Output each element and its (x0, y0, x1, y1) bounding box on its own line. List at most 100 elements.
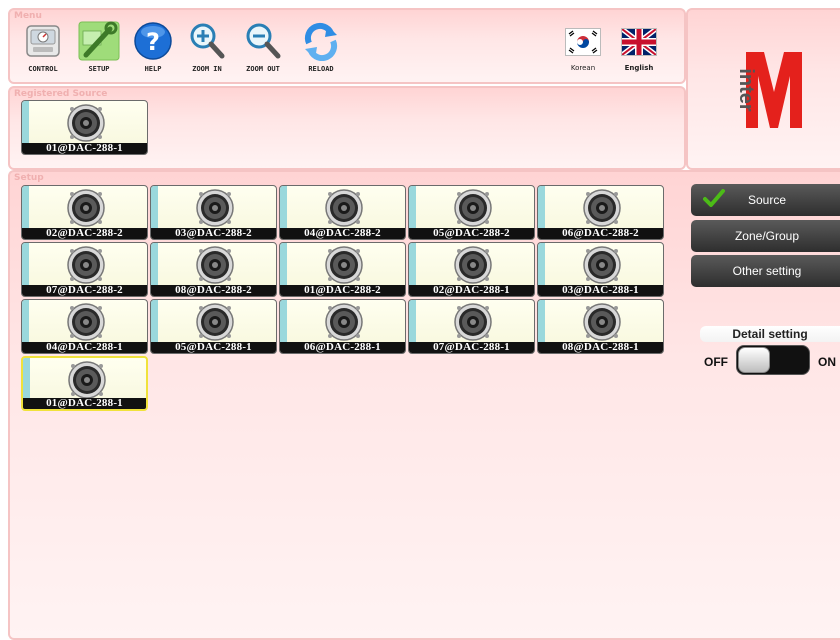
tile-label: 07@DAC-288-2 (22, 285, 147, 296)
reload-label: RELOAD (308, 65, 334, 73)
speaker-icon (324, 302, 364, 342)
registered-source-title: Registered Source (14, 89, 108, 99)
logo-text: inter (735, 68, 757, 112)
uk-flag-icon (620, 27, 658, 57)
tile-label: 03@DAC-288-2 (151, 228, 276, 239)
control-button[interactable]: CONTROL (16, 20, 70, 82)
korean-language-button[interactable]: Korean (558, 28, 608, 82)
zoom-in-icon (186, 20, 228, 62)
tile-strip (151, 243, 158, 287)
tile-label: 02@DAC-288-1 (409, 285, 534, 296)
reload-button[interactable]: RELOAD (294, 20, 348, 82)
checkmark-icon (703, 189, 725, 210)
detail-setting-title: Detail setting (700, 326, 840, 342)
tile-strip (22, 243, 29, 287)
speaker-icon (324, 245, 364, 285)
tile-label: 03@DAC-288-1 (538, 285, 663, 296)
zoom-out-label: ZOOM OUT (246, 65, 280, 73)
source-tile[interactable]: 01@DAC-288-1 (21, 356, 148, 411)
zoom-out-button[interactable]: ZOOM OUT (236, 20, 290, 82)
control-panel-icon (22, 20, 64, 62)
on-label: ON (818, 355, 836, 369)
source-tile[interactable]: 03@DAC-288-1 (537, 242, 664, 297)
source-tile[interactable]: 05@DAC-288-2 (408, 185, 535, 240)
speaker-icon (195, 302, 235, 342)
speaker-icon (453, 188, 493, 228)
source-tile[interactable]: 08@DAC-288-1 (537, 299, 664, 354)
tile-label: 08@DAC-288-1 (538, 342, 663, 353)
speaker-icon (66, 302, 106, 342)
source-tile[interactable]: 04@DAC-288-2 (279, 185, 406, 240)
zoom-out-icon (242, 20, 284, 62)
tile-strip (23, 358, 30, 402)
tile-label: 02@DAC-288-2 (22, 228, 147, 239)
tile-strip (538, 186, 545, 230)
help-button[interactable]: ? HELP (126, 20, 180, 82)
speaker-icon (195, 245, 235, 285)
toggle-knob[interactable] (738, 347, 770, 373)
zone-group-button[interactable]: Zone/Group (691, 220, 840, 252)
zoom-in-label: ZOOM IN (192, 65, 222, 73)
speaker-icon (453, 302, 493, 342)
source-button[interactable]: Source (691, 184, 840, 216)
menu-panel: Menu CONTROL SETUP ? HELP ZOOM IN ZOOM O… (8, 8, 686, 84)
logo-panel: inter (686, 8, 840, 170)
korea-flag-icon (565, 28, 601, 56)
wrench-settings-icon (78, 20, 120, 62)
tile-label: 07@DAC-288-1 (409, 342, 534, 353)
source-tile[interactable]: 03@DAC-288-2 (150, 185, 277, 240)
tile-strip (280, 243, 287, 287)
tile-strip (22, 300, 29, 344)
source-button-label: Source (747, 193, 787, 207)
speaker-icon (582, 245, 622, 285)
help-question-icon: ? (132, 20, 174, 62)
source-tile[interactable]: 05@DAC-288-1 (150, 299, 277, 354)
tile-strip (151, 300, 158, 344)
source-tile[interactable]: 04@DAC-288-1 (21, 299, 148, 354)
setup-title: Setup (14, 173, 44, 183)
source-tile[interactable]: 06@DAC-288-2 (537, 185, 664, 240)
tile-strip (151, 186, 158, 230)
detail-setting-toggle[interactable] (736, 345, 810, 375)
tile-label: 01@DAC-288-2 (280, 285, 405, 296)
tile-strip (409, 243, 416, 287)
tile-strip (280, 300, 287, 344)
tile-strip (409, 300, 416, 344)
tile-label: 08@DAC-288-2 (151, 285, 276, 296)
svg-text:?: ? (146, 28, 160, 56)
speaker-icon (66, 188, 106, 228)
source-tile[interactable]: 07@DAC-288-2 (21, 242, 148, 297)
source-tile[interactable]: 01@DAC-288-2 (279, 242, 406, 297)
tile-strip (280, 186, 287, 230)
speaker-icon (66, 103, 106, 143)
other-setting-button[interactable]: Other setting (691, 255, 840, 287)
speaker-icon (453, 245, 493, 285)
tile-strip (22, 186, 29, 230)
tile-label: 06@DAC-288-2 (538, 228, 663, 239)
source-tile[interactable]: 01@DAC-288-1 (21, 100, 148, 155)
speaker-icon (66, 245, 106, 285)
inter-m-logo: inter (724, 50, 814, 130)
control-label: CONTROL (28, 65, 58, 73)
source-tile[interactable]: 02@DAC-288-2 (21, 185, 148, 240)
english-language-button[interactable]: English (614, 27, 664, 82)
help-label: HELP (144, 65, 162, 73)
setup-label: SETUP (88, 65, 110, 73)
other-setting-button-label: Other setting (732, 264, 802, 278)
tile-strip (22, 101, 29, 145)
tile-strip (538, 243, 545, 287)
tile-label: 01@DAC-288-1 (23, 398, 146, 409)
reload-icon (300, 20, 342, 62)
tile-label: 01@DAC-288-1 (22, 143, 147, 154)
source-tile[interactable]: 07@DAC-288-1 (408, 299, 535, 354)
source-tile[interactable]: 08@DAC-288-2 (150, 242, 277, 297)
speaker-icon (195, 188, 235, 228)
zone-group-button-label: Zone/Group (734, 229, 800, 243)
speaker-icon (324, 188, 364, 228)
setup-button[interactable]: SETUP (72, 20, 126, 82)
zoom-in-button[interactable]: ZOOM IN (180, 20, 234, 82)
tile-label: 04@DAC-288-1 (22, 342, 147, 353)
source-tile[interactable]: 06@DAC-288-1 (279, 299, 406, 354)
tile-label: 05@DAC-288-1 (151, 342, 276, 353)
source-tile[interactable]: 02@DAC-288-1 (408, 242, 535, 297)
